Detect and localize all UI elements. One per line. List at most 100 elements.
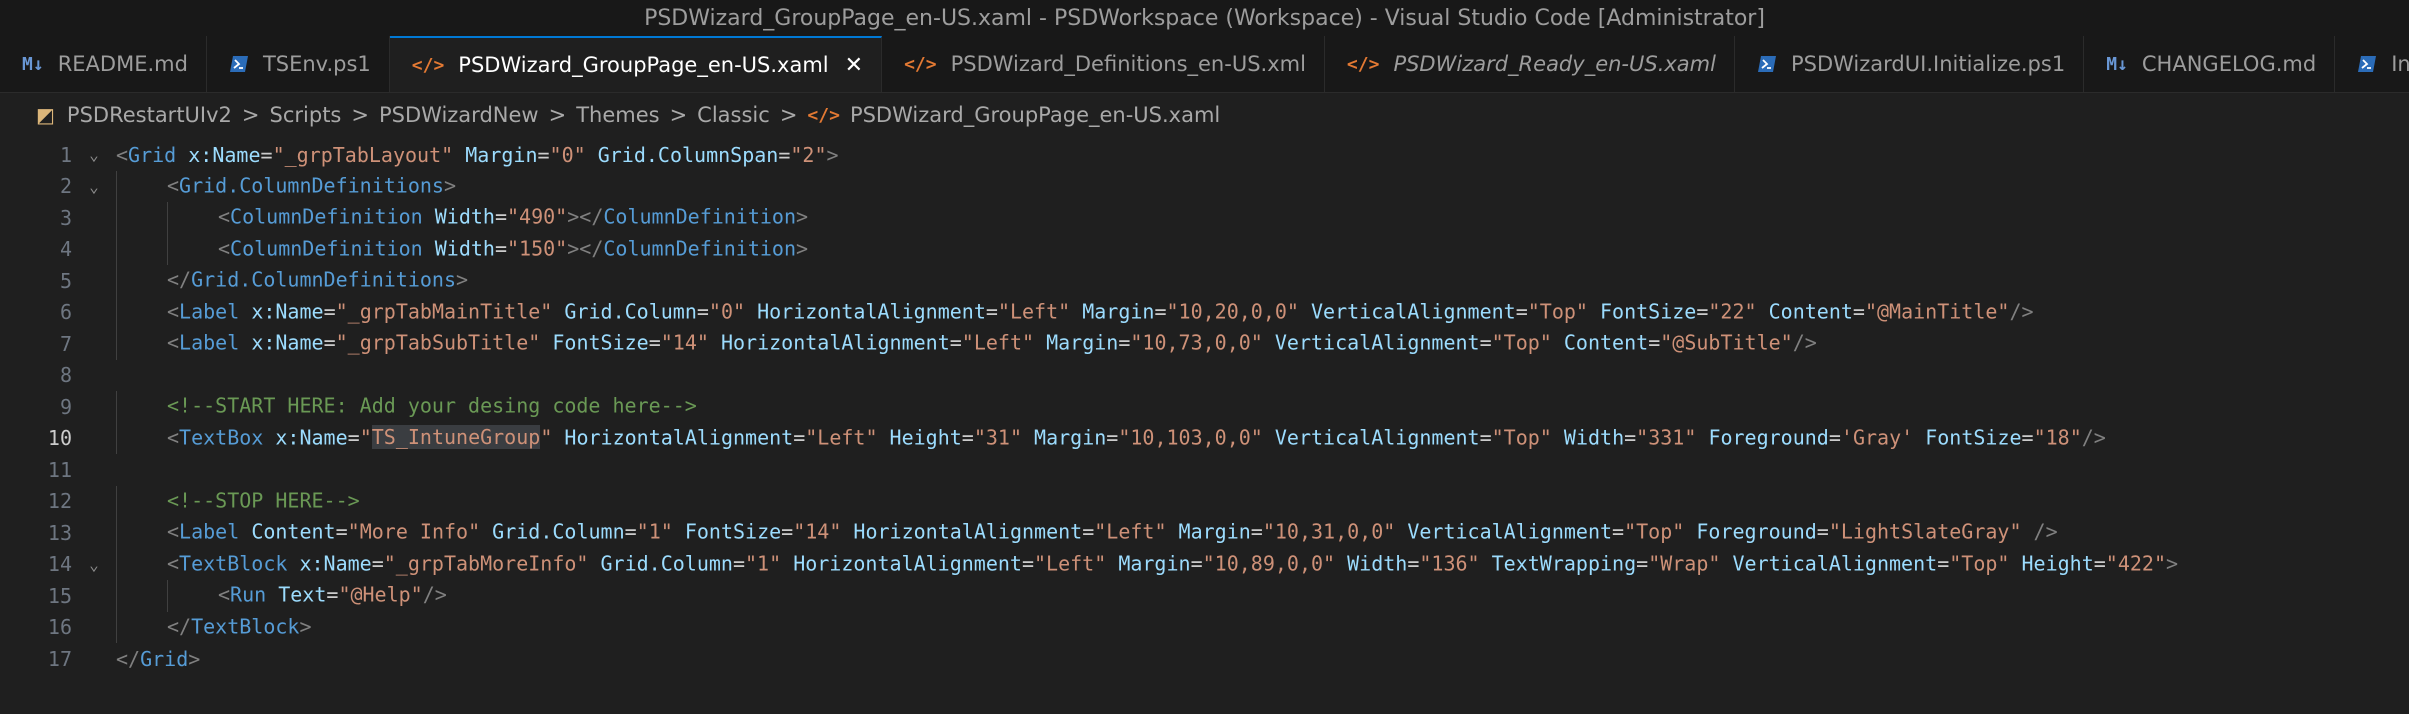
code-line[interactable]: 2 ⌄ <Grid.ColumnDefinitions>	[0, 170, 2409, 202]
breadcrumb-item[interactable]: Scripts	[270, 103, 342, 127]
code-token: Content	[251, 519, 336, 544]
code-token: "490"	[507, 204, 568, 229]
code-token: =	[1624, 424, 1637, 449]
code-token: =	[323, 298, 336, 323]
code-content: <Label Content="More Info" Grid.Column="…	[116, 517, 2058, 549]
code-token: TextBlock	[191, 613, 300, 638]
powershell-icon	[2357, 55, 2377, 73]
code-token: "10,73,0,0"	[1130, 330, 1263, 355]
code-token: =	[1118, 330, 1131, 355]
powershell-icon	[1757, 55, 1777, 73]
code-editor[interactable]: 1 ⌄ <Grid x:Name="_grpTabLayout" Margin="0…	[0, 137, 2409, 675]
code-line[interactable]: 17 </Grid>	[0, 643, 2409, 675]
close-icon[interactable]: ✕	[845, 53, 863, 78]
code-token: x:Name	[299, 550, 372, 575]
line-number: 8	[59, 363, 72, 388]
code-token: HorizontalAlignment	[793, 550, 1022, 575]
indent-guide	[116, 485, 167, 517]
tab-label: PSDWizard_Ready_en-US.xaml	[1393, 52, 1716, 76]
code-token: 'Gray'	[1840, 424, 1914, 449]
code-line[interactable]: 6 <Label x:Name="_grpTabMainTitle" Grid.C…	[0, 296, 2409, 328]
breadcrumb-item[interactable]: PSDWizard_GroupPage_en-US.xaml	[850, 103, 1220, 127]
code-line[interactable]: 10 <TextBox x:Name="TS_IntuneGroup" Horiz…	[0, 422, 2409, 454]
code-line[interactable]: 13 <Label Content="More Info" Grid.Column…	[0, 517, 2409, 549]
code-line[interactable]: 14 ⌄ <TextBlock x:Name="_grpTabMoreInfo" G…	[0, 548, 2409, 580]
code-line[interactable]: 3 <ColumnDefinition Width="490"></ColumnD…	[0, 202, 2409, 234]
indent-guide	[116, 422, 167, 454]
folder-icon: ◩	[36, 103, 55, 127]
code-token: "14"	[660, 330, 709, 355]
code-line[interactable]: 8	[0, 360, 2409, 392]
line-number: 4	[59, 237, 72, 262]
code-token: =	[1407, 550, 1420, 575]
code-token: Content	[1563, 330, 1649, 355]
tab-grouppage-xaml[interactable]: </> PSDWizard_GroupPage_en-US.xaml ✕	[389, 36, 883, 92]
code-token: >	[456, 267, 469, 292]
breadcrumb-item[interactable]: Themes	[576, 103, 659, 127]
chevron-down-icon[interactable]: ⌄	[72, 145, 116, 164]
breadcrumb-item[interactable]: PSDWizardNew	[379, 103, 539, 127]
code-line[interactable]: 4 <ColumnDefinition Width="150"></ColumnD…	[0, 233, 2409, 265]
tab-intune[interactable]: Intune	[2335, 36, 2409, 92]
tab-label: CHANGELOG.md	[2141, 52, 2317, 76]
code-line[interactable]: 15 <Run Text="@Help"/>	[0, 580, 2409, 612]
code-token: =	[1816, 519, 1829, 544]
line-number: 3	[59, 205, 72, 230]
indent-guide	[167, 580, 218, 612]
xml-icon: </>	[1346, 53, 1380, 75]
tab-definitions-xml[interactable]: </> PSDWizard_Definitions_en-US.xml	[882, 36, 1325, 92]
breadcrumb-item[interactable]: PSDRestartUIv2	[67, 103, 232, 127]
code-line[interactable]: 12 <!--STOP HERE-->	[0, 485, 2409, 517]
code-token: "Wrap"	[1648, 550, 1721, 575]
code-token: Margin	[465, 142, 538, 167]
code-line[interactable]: 5 </Grid.ColumnDefinitions>	[0, 265, 2409, 297]
code-token: Foreground	[1696, 519, 1817, 544]
code-token: >	[826, 142, 839, 167]
highlighted-token: TS_IntuneGroup	[371, 424, 541, 449]
code-line[interactable]: 11	[0, 454, 2409, 486]
indent-guide	[116, 391, 167, 423]
code-token: Grid.Column	[492, 519, 625, 544]
code-token: <	[167, 172, 180, 197]
tab-tsenv[interactable]: TSEnv.ps1	[207, 36, 390, 92]
code-line[interactable]: 16 </TextBlock>	[0, 611, 2409, 643]
indent-guide	[167, 202, 218, 234]
code-content: <!--START HERE: Add your desing code her…	[116, 391, 697, 423]
code-content: <Grid.ColumnDefinitions>	[116, 170, 456, 202]
code-token: <	[167, 519, 180, 544]
code-token: TextBox	[179, 424, 264, 449]
code-line[interactable]: 7 <Label x:Name="_grpTabSubTitle" FontSiz…	[0, 328, 2409, 360]
chevron-down-icon[interactable]: ⌄	[72, 555, 116, 574]
code-token: >	[796, 204, 809, 229]
tab-changelog[interactable]: M↓ CHANGELOG.md	[2084, 36, 2336, 92]
tab-readme[interactable]: M↓ README.md	[0, 36, 207, 92]
code-token: =	[1250, 519, 1263, 544]
code-token: =	[732, 550, 746, 575]
code-token: "Left"	[961, 330, 1035, 355]
tab-initialize-ps1[interactable]: PSDWizardUI.Initialize.ps1	[1735, 36, 2085, 92]
chevron-down-icon[interactable]: ⌄	[72, 177, 116, 196]
code-line[interactable]: 1 ⌄ <Grid x:Name="_grpTabLayout" Margin="0…	[0, 139, 2409, 171]
code-token: x:Name	[188, 142, 261, 167]
code-line[interactable]: 9 <!--START HERE: Add your desing code he…	[0, 391, 2409, 423]
code-token: "22"	[1708, 298, 1757, 323]
code-content: <TextBox x:Name="TS_IntuneGroup" Horizon…	[116, 422, 2106, 454]
code-token: =	[1021, 550, 1035, 575]
chevron-right-icon: >	[669, 103, 688, 127]
breadcrumb-item[interactable]: Classic	[697, 103, 770, 127]
code-token: >	[443, 172, 456, 197]
code-token: =	[1154, 298, 1167, 323]
tab-ready-xaml[interactable]: </> PSDWizard_Ready_en-US.xaml	[1325, 36, 1735, 92]
